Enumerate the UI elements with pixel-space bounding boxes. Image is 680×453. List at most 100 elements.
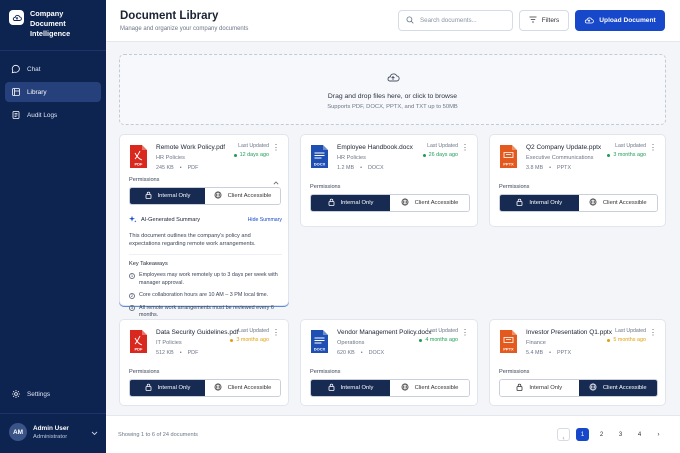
globe-icon xyxy=(401,383,409,393)
client-accessible-option[interactable]: Client Accessible xyxy=(205,188,280,204)
lock-icon xyxy=(145,383,152,393)
document-category: IT Policies xyxy=(156,340,182,346)
more-options-icon[interactable]: ⋮ xyxy=(461,329,469,337)
more-options-icon[interactable]: ⋮ xyxy=(649,329,657,337)
last-updated-label: Last Updated xyxy=(238,328,269,334)
page-header: Document Library Manage and organize you… xyxy=(106,0,680,42)
page-button[interactable]: 2 xyxy=(595,428,608,441)
main-content: Document Library Manage and organize you… xyxy=(106,0,680,453)
more-options-icon[interactable]: ⋮ xyxy=(272,329,280,337)
status-dot xyxy=(422,153,426,157)
svg-text:PPTX: PPTX xyxy=(503,347,514,352)
ai-summary: AI-Generated Summary Hide Summary This doc… xyxy=(129,215,288,320)
prev-page-button[interactable]: ‹ xyxy=(557,428,570,442)
page-subtitle: Manage and organize your company documen… xyxy=(120,25,249,32)
document-category: HR Policies xyxy=(337,155,366,161)
document-card[interactable]: PPTX Q2 Company Update.pptx Executive Comm… xyxy=(489,134,666,227)
document-type: DOCX xyxy=(368,350,385,356)
internal-only-option[interactable]: Internal Only xyxy=(311,195,390,211)
upload-document-button[interactable]: Upload Document xyxy=(575,10,665,31)
last-updated-value: 12 days ago xyxy=(239,152,269,158)
client-accessible-option[interactable]: Client Accessible xyxy=(578,380,657,396)
client-accessible-label: Client Accessible xyxy=(227,385,272,391)
status-dot xyxy=(230,338,234,342)
permission-toggle: Internal Only Client Accessible xyxy=(310,194,470,212)
document-card[interactable]: PPTX Investor Presentation Q1.pptx Finance… xyxy=(489,319,666,406)
page-button[interactable]: 1 xyxy=(576,428,589,441)
takeaway-item: 2 Core collaboration hours are 10 AM – 3 … xyxy=(129,292,288,300)
brand-name: Company Document Intelligence xyxy=(30,9,71,38)
document-type: PPTX xyxy=(556,165,572,171)
client-accessible-label: Client Accessible xyxy=(227,193,272,199)
user-menu[interactable]: AM Admin User Administrator xyxy=(0,413,106,453)
document-name[interactable]: Employee Handbook.docx xyxy=(337,144,413,151)
internal-only-option[interactable]: Internal Only xyxy=(130,380,205,396)
client-accessible-option[interactable]: Client Accessible xyxy=(205,380,280,396)
document-card[interactable]: PDF Data Security Guidelines.pdf IT Polici… xyxy=(119,319,289,406)
document-name[interactable]: Investor Presentation Q1.pptx xyxy=(526,329,612,336)
document-size: 620 KB xyxy=(337,350,355,356)
chevron-down-icon xyxy=(91,423,98,441)
filters-button[interactable]: Filters xyxy=(519,10,569,31)
hide-summary-link[interactable]: Hide Summary xyxy=(248,217,282,223)
search-input[interactable]: Search documents... xyxy=(398,10,513,31)
docx-file-icon: DOCX xyxy=(310,144,329,169)
sidebar-item-label: Library xyxy=(27,88,47,96)
meta-separator: • xyxy=(179,165,182,171)
sidebar-item-chat[interactable]: Chat xyxy=(5,59,101,79)
permissions-label: Permissions xyxy=(310,184,341,190)
svg-text:DOCX: DOCX xyxy=(314,347,326,352)
client-accessible-option[interactable]: Client Accessible xyxy=(578,195,657,211)
document-name[interactable]: Remote Work Policy.pdf xyxy=(156,144,225,151)
search-icon xyxy=(406,16,414,26)
pagination-footer: Showing 1 to 6 of 24 documents ‹ 1 2 3 4 › xyxy=(106,415,680,453)
meta-separator: • xyxy=(549,165,551,171)
last-updated-value: 26 days ago xyxy=(428,152,458,158)
globe-icon xyxy=(589,198,597,208)
last-updated-value: 3 months ago xyxy=(613,152,646,158)
client-accessible-option[interactable]: Client Accessible xyxy=(390,380,469,396)
sidebar-item-settings[interactable]: Settings xyxy=(0,384,106,404)
internal-only-label: Internal Only xyxy=(529,385,563,391)
document-name[interactable]: Vendor Management Policy.docx xyxy=(337,329,432,336)
internal-only-option[interactable]: Internal Only xyxy=(500,380,579,396)
permission-toggle: Internal Only Client Accessible xyxy=(499,194,658,212)
document-category: Operations xyxy=(337,340,365,346)
document-name[interactable]: Q2 Company Update.pptx xyxy=(526,144,601,151)
results-count: Showing 1 to 6 of 24 documents xyxy=(118,431,198,438)
document-card[interactable]: DOCX Employee Handbook.docx HR Policies 1.2… xyxy=(300,134,478,227)
meta-separator: • xyxy=(360,350,363,356)
sidebar-item-audit-logs[interactable]: Audit Logs xyxy=(5,105,101,125)
internal-only-label: Internal Only xyxy=(340,200,374,206)
internal-only-option[interactable]: Internal Only xyxy=(500,195,579,211)
client-accessible-option[interactable]: Client Accessible xyxy=(390,195,469,211)
library-icon xyxy=(11,87,21,97)
page-button[interactable]: 4 xyxy=(633,428,646,441)
document-card[interactable]: PDF Remote Work Policy.pdf HR Policies 245 … xyxy=(119,134,289,318)
sidebar-item-library[interactable]: Library xyxy=(5,82,101,102)
file-dropzone[interactable]: Drag and drop files here, or click to br… xyxy=(119,54,666,125)
gear-icon xyxy=(11,389,21,399)
sparkle-icon xyxy=(129,215,137,225)
next-page-button[interactable]: › xyxy=(652,428,665,441)
permission-toggle: Internal Only Client Accessible xyxy=(129,379,281,397)
page-button[interactable]: 3 xyxy=(614,428,627,441)
internal-only-option[interactable]: Internal Only xyxy=(311,380,390,396)
summary-text: This document outlines the company's pol… xyxy=(129,233,256,247)
last-updated-label: Last Updated xyxy=(615,328,646,334)
last-updated-label: Last Updated xyxy=(427,328,458,334)
takeaway-text: All remote work arrangements must be rev… xyxy=(139,304,274,319)
document-name[interactable]: Data Security Guidelines.pdf xyxy=(156,329,238,336)
document-type: DOCX xyxy=(367,165,384,171)
more-options-icon[interactable]: ⋮ xyxy=(649,144,657,152)
more-options-icon[interactable]: ⋮ xyxy=(272,144,280,152)
internal-only-label: Internal Only xyxy=(529,200,563,206)
permission-toggle: Internal Only Client Accessible xyxy=(129,187,281,205)
last-updated-label: Last Updated xyxy=(427,143,458,149)
internal-only-option[interactable]: Internal Only xyxy=(130,188,205,204)
document-category: HR Policies xyxy=(156,155,185,161)
internal-only-label: Internal Only xyxy=(157,193,191,199)
permissions-label: Permissions xyxy=(129,369,160,375)
more-options-icon[interactable]: ⋮ xyxy=(461,144,469,152)
document-card[interactable]: DOCX Vendor Management Policy.docx Operati… xyxy=(300,319,478,406)
